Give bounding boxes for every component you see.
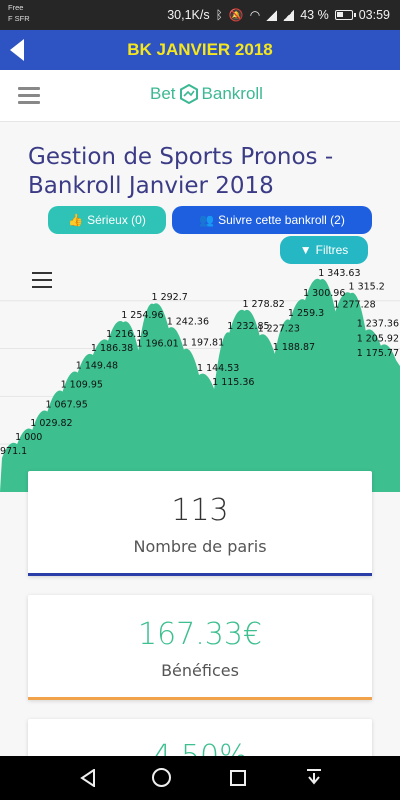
app-bar-title: BK JANVIER 2018: [127, 40, 273, 59]
bluetooth-icon: ᛒ: [215, 8, 223, 22]
chart-data-label: 1 175.77: [357, 348, 399, 359]
nav-home-icon[interactable]: [152, 768, 171, 787]
chart-data-label: 1 197.81: [182, 338, 224, 349]
carrier-line-2: F SFR: [8, 14, 30, 23]
battery-icon: [334, 10, 356, 20]
stat-card-profit: 167.33€ Bénéfices: [28, 595, 372, 700]
chart-data-label: 1 109.95: [61, 380, 103, 391]
stat-label: Nombre de paris: [133, 537, 267, 556]
hamburger-menu-icon[interactable]: [18, 87, 40, 105]
chart-menu-icon[interactable]: [32, 272, 52, 288]
bankroll-chart: 971.1 1 000 1 029.82 1 067.95 1 109.95 1 149.…: [0, 268, 400, 492]
site-header: Bet Bankroll: [0, 70, 400, 122]
chart-data-label: 1 343.63: [318, 268, 360, 279]
chart-data-label: 1 000: [15, 432, 42, 443]
wifi-icon: ◠: [249, 8, 261, 22]
carrier-line-1: Free: [8, 3, 24, 12]
logo-hexagon-icon: [179, 84, 198, 104]
chart-data-label: 1 292.7: [152, 292, 188, 303]
follow-label: Suivre cette bankroll (2): [218, 213, 345, 227]
battery-percent: 43 %: [300, 8, 329, 22]
users-icon: 👥: [199, 213, 215, 227]
chart-data-label: 1 300.96: [303, 288, 345, 299]
filters-label: Filtres: [315, 243, 349, 257]
chart-data-label: 1 188.87: [273, 342, 315, 353]
clock: 03:59: [358, 8, 390, 22]
stat-card-bar: [28, 697, 372, 700]
chart-data-label: 1 067.95: [45, 400, 87, 411]
carrier-info: Free F SFR: [8, 2, 30, 24]
chart-data-label: 1 242.36: [167, 316, 209, 327]
network-speed: 30,1K/s: [167, 8, 210, 22]
navigation-bar: [0, 756, 400, 800]
stat-card-bar: [28, 573, 372, 576]
chart-data-label: 1 277.28: [333, 300, 375, 311]
nav-back-icon[interactable]: [80, 769, 96, 787]
betbankroll-logo[interactable]: Bet Bankroll: [150, 84, 263, 104]
logo-text-right: Bankroll: [201, 84, 263, 103]
chart-data-label: 1 186.38: [91, 343, 133, 354]
chart-data-label: 1 149.48: [76, 361, 118, 372]
chart-data-label: 1 259.3: [288, 308, 324, 319]
chart-data-label: 1 237.36: [357, 319, 399, 330]
stat-value: 167.33€: [137, 617, 263, 652]
stat-value: 113: [171, 493, 229, 528]
nav-notification-drawer-icon[interactable]: [305, 768, 323, 788]
chart-data-label: 1 029.82: [30, 418, 72, 429]
chart-data-label: 1 144.53: [197, 363, 239, 374]
status-icons: 30,1K/s ᛒ 🔕 ◠ 43 % 03:59: [167, 0, 390, 30]
chart-data-label: 971.1: [0, 446, 27, 457]
status-bar: Free F SFR 30,1K/s ᛒ 🔕 ◠ 43 % 03:59: [0, 0, 400, 30]
signal-icon-2: [283, 9, 295, 21]
serieux-label: Sérieux (0): [87, 213, 146, 227]
stat-card-bets: 113 Nombre de paris: [28, 471, 372, 576]
thumbs-up-icon: 👍: [68, 213, 84, 227]
chart-data-label: 1 227.23: [258, 323, 300, 334]
app-bar: BK JANVIER 2018: [0, 30, 400, 70]
chart-data-label: 1 115.36: [212, 377, 254, 388]
filter-icon: ▼: [299, 243, 312, 257]
logo-text-left: Bet: [150, 84, 176, 103]
mute-icon: 🔕: [228, 8, 244, 22]
chart-data-label: 1 254.96: [121, 310, 163, 321]
follow-bankroll-button[interactable]: 👥 Suivre cette bankroll (2): [172, 206, 372, 234]
nav-recent-apps-icon[interactable]: [230, 770, 246, 786]
stat-label: Bénéfices: [161, 661, 239, 680]
chart-data-label: 1 315.2: [349, 281, 385, 292]
serieux-button[interactable]: 👍 Sérieux (0): [48, 206, 166, 234]
chart-data-label: 1 278.82: [242, 299, 284, 310]
chart-data-label: 1 205.92: [357, 334, 399, 345]
signal-icon: [266, 9, 278, 21]
filters-button[interactable]: ▼ Filtres: [280, 236, 368, 264]
chart-data-label: 1 196.01: [136, 338, 178, 349]
page-title: Gestion de Sports Pronos - Bankroll Janv…: [28, 144, 334, 199]
